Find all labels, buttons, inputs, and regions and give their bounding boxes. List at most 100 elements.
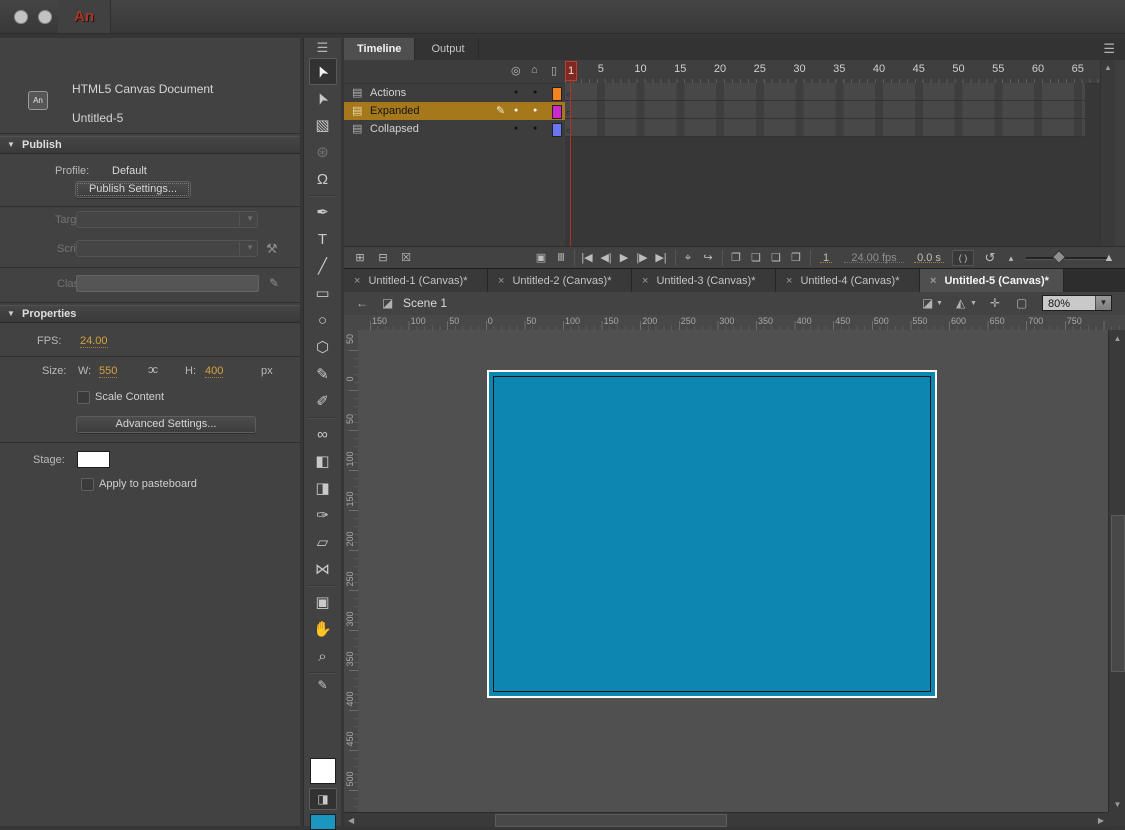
layer-visibility-dot[interactable]: ● [514,84,518,102]
scroll-right-icon[interactable]: ▶ [1098,816,1104,825]
eyedropper-tool[interactable]: ✑ [309,502,337,529]
frame-rate-readout[interactable]: 24.00 fps [844,248,904,263]
stroke-color-swatch[interactable] [310,758,336,784]
fill-color-swatch[interactable] [310,814,336,830]
selection-tool[interactable]: ➤ [309,58,337,85]
text-tool[interactable]: T [309,226,337,253]
loop-playback-button[interactable]: ↪ [700,247,716,269]
scroll-up-icon[interactable]: ▲ [1109,330,1125,343]
properties-section-header[interactable]: ▼ Properties [0,305,300,323]
layer-lock-dot[interactable]: ● [533,120,537,138]
3d-rotation-tool[interactable]: ⊛ [309,139,337,166]
paint-bucket-tool[interactable]: ◨ [309,475,337,502]
lasso-tool[interactable]: Ω [309,166,337,193]
frame-grid[interactable]: ○○○ [565,83,1085,137]
edit-scene-icon[interactable]: ◪ [922,292,933,315]
edit-multiple-frames-button[interactable]: ❑ [768,247,784,269]
scroll-down-icon[interactable]: ▼ [1109,800,1125,809]
current-frame-readout[interactable]: 1 [820,248,832,263]
document-tab-4[interactable]: ×Untitled-4 (Canvas)* [776,269,920,293]
fps-value[interactable]: 24.00 [80,335,108,348]
close-window-button[interactable] [14,10,28,24]
class-edit-pencil-icon[interactable]: ✎ [269,276,279,290]
delete-layer-button[interactable]: ☒ [398,247,414,269]
zoom-tool[interactable]: ⌕ [309,643,337,670]
layer-lock-dot[interactable]: ● [533,102,537,120]
layer-outline-color-swatch[interactable] [552,123,562,137]
script-wrench-icon[interactable]: ⚒ [266,241,278,257]
scale-content-checkbox[interactable] [77,391,90,404]
reset-timeline-zoom-button[interactable]: ↺ [982,247,998,269]
lock-layers-icon[interactable]: ⌂ [531,64,538,76]
stage[interactable] [487,370,937,698]
pen-tool[interactable]: ✒ [309,199,337,226]
go-to-last-frame-button[interactable]: ▶| [652,247,670,269]
fill-color-bucket-icon[interactable]: ◨ [309,788,337,810]
timeline-panel-menu-icon[interactable]: ☰ [1103,43,1115,55]
new-folder-button[interactable]: ⊟ [375,247,391,269]
rectangle-tool[interactable]: ▭ [309,280,337,307]
elapsed-time-readout[interactable]: 0.0 s [914,248,944,263]
layer-outline-color-swatch[interactable] [552,105,562,119]
back-arrow-icon[interactable]: ← [356,292,368,315]
layer-outline-color-swatch[interactable] [552,87,562,101]
show-hide-layers-icon[interactable]: ◎ [511,64,521,77]
vertical-scrollbar[interactable]: ▲ ▼ [1108,330,1125,812]
height-value[interactable]: 400 [205,365,223,378]
ink-bottle-tool[interactable]: ◧ [309,448,337,475]
scene-name-label[interactable]: Scene 1 [403,292,447,315]
onion-skin-button[interactable]: ❐ [728,247,744,269]
step-forward-button[interactable]: |▶ [633,247,651,269]
apply-to-pasteboard-checkbox[interactable] [81,478,94,491]
modify-markers-button[interactable]: ❒ [788,247,804,269]
close-icon[interactable]: × [498,275,504,287]
play-button[interactable]: ▶ [616,247,632,269]
layer-visibility-dot[interactable]: ● [514,102,518,120]
publish-settings-button[interactable]: Publish Settings... [75,181,191,198]
eraser-tool[interactable]: ▱ [309,529,337,556]
close-icon[interactable]: × [930,275,936,287]
frame-ruler[interactable]: 1 5101520253035404550556065 [565,60,1100,84]
subselection-tool[interactable]: ➤ [309,85,337,112]
outline-layers-icon[interactable]: ▯ [551,64,557,77]
document-name-field[interactable]: Untitled-5 [72,111,123,125]
layer-name[interactable]: Actions [370,84,406,102]
advanced-settings-button[interactable]: Advanced Settings... [76,416,256,433]
oval-tool[interactable]: ○ [309,307,337,334]
close-icon[interactable]: × [642,275,648,287]
stroke-color-pencil-icon[interactable]: ✎ [309,676,337,694]
tools-panel-menu-icon[interactable]: ☰ [317,40,329,55]
pencil-tool[interactable]: ✎ [309,361,337,388]
hand-tool[interactable]: ✋ [309,616,337,643]
edit-symbols-icon[interactable]: ◭ [956,292,965,315]
frame-row[interactable]: ○ [565,119,1085,137]
document-tab-1[interactable]: ×Untitled-1 (Canvas)* [344,269,488,293]
scroll-up-icon[interactable]: ▲ [1101,60,1115,72]
document-tab-2[interactable]: ×Untitled-2 (Canvas)* [488,269,632,293]
frame-zoom-slider[interactable] [1026,257,1111,260]
frames-scrollbar[interactable]: ▲ [1100,60,1115,246]
layer-row-expanded[interactable]: ▤Expanded✎●● [344,102,565,120]
width-tool[interactable]: ⋈ [309,556,337,583]
frame-row[interactable]: ○ [565,101,1085,119]
horizontal-scrollbar-thumb[interactable] [495,814,727,827]
layer-visibility-dot[interactable]: ● [514,120,518,138]
class-input[interactable] [76,275,259,292]
loop-range-button[interactable]: ( ) [952,250,974,266]
show-markers-button[interactable]: Ⅲ [554,247,568,269]
free-transform-tool[interactable]: ▧ [309,112,337,139]
zoom-out-frames-icon[interactable]: ▴ [1004,247,1018,269]
width-value[interactable]: 550 [99,365,117,378]
step-back-button[interactable]: ◀| [597,247,615,269]
vertical-scrollbar-thumb[interactable] [1111,515,1125,672]
new-layer-button[interactable]: ⊞ [352,247,368,269]
camera-tool[interactable]: ▣ [309,589,337,616]
chevron-down-icon[interactable]: ▼ [970,292,977,315]
layer-row-actions[interactable]: ▤Actions●● [344,84,565,102]
center-frame-button[interactable]: ⌖ [680,247,696,269]
layer-lock-dot[interactable]: ● [533,84,537,102]
chevron-down-icon[interactable]: ▼ [936,292,943,315]
onion-skin-outlines-button[interactable]: ❏ [748,247,764,269]
document-tab-3[interactable]: ×Untitled-3 (Canvas)* [632,269,776,293]
layer-row-collapsed[interactable]: ▤Collapsed●● [344,120,565,138]
